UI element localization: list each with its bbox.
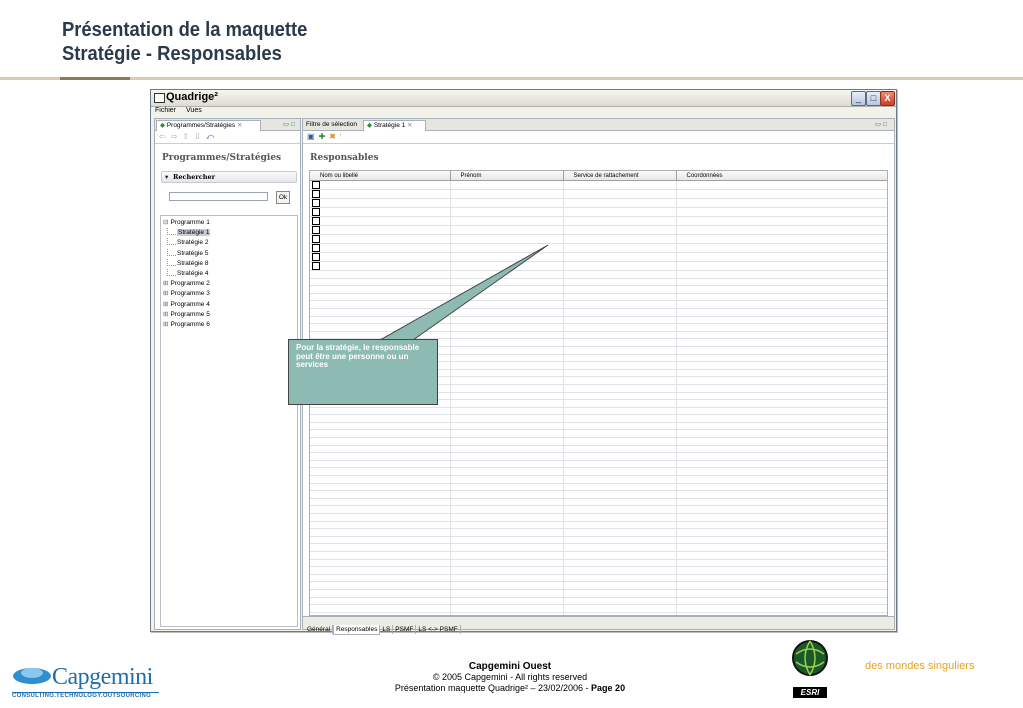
footer-presentation-text: Présentation maquette Quadrige² – 23/02/… (394, 683, 592, 693)
capgemini-wordmark: Capgemini (52, 664, 153, 690)
callout-arrow (378, 244, 549, 341)
callout-pointer (378, 244, 549, 341)
capgemini-spade-icon (13, 668, 51, 684)
footer-company: Capgemini Ouest (468, 661, 552, 672)
capgemini-tagline: CONSULTING.TECHNOLOGY.OUTSOURCING (12, 692, 159, 702)
footer-info: Capgemini Ouest © 2005 Capgemini - All r… (350, 661, 670, 694)
footer-presentation: Présentation maquette Quadrige² – 23/02/… (350, 683, 670, 694)
footer-tagline: des mondes singuliers (865, 660, 975, 672)
esri-logo: ESRI (790, 638, 830, 698)
esri-label: ESRI (793, 687, 827, 698)
callout-text: Pour la stratégie, le responsable peut ê… (296, 343, 420, 369)
footer-copyright: © 2005 Capgemini - All rights reserved (432, 672, 588, 682)
footer-page: Page 20 (591, 683, 626, 693)
capgemini-logo (12, 664, 52, 693)
globe-icon (792, 640, 828, 676)
